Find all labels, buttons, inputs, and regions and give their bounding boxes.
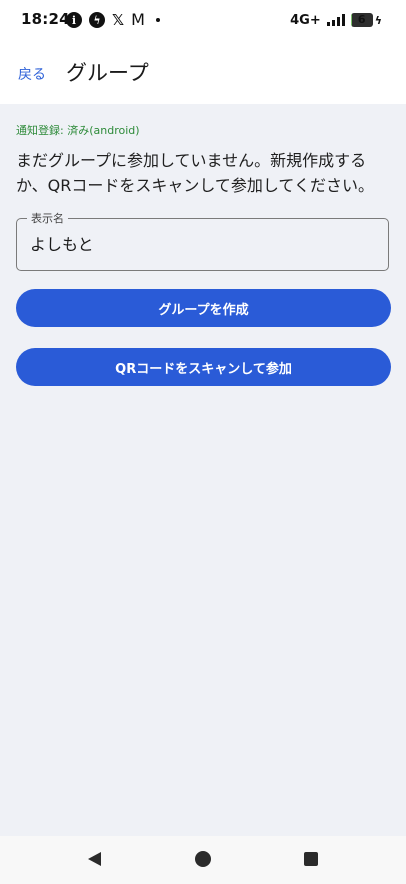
dot-icon — [155, 18, 160, 22]
gmail-icon: M — [131, 10, 145, 29]
display-name-label: 表示名 — [27, 210, 68, 226]
back-button[interactable]: 戻る — [18, 64, 46, 84]
notification-status: 通知登録: 済み(android) — [16, 124, 140, 137]
charging-icon: ϟ — [374, 13, 382, 27]
x-icon: 𝕏 — [112, 11, 125, 29]
battery-body: 6 — [350, 13, 373, 27]
network-type: 4G+ — [290, 12, 321, 28]
create-group-button[interactable]: グループを作成 — [16, 289, 391, 327]
battery-level: 6 — [357, 13, 366, 26]
status-time: 18:24 — [21, 10, 70, 28]
info-icon: i — [66, 12, 82, 28]
system-nav-bar — [0, 836, 406, 884]
home-circle-icon[interactable] — [195, 851, 211, 867]
app-screen: 18:24 i ϟ 𝕏 M 4G+ 6 ϟ 戻る グループ 通知登録: 済み(a… — [0, 0, 406, 884]
display-name-input[interactable] — [30, 233, 370, 252]
battery-icon: 6 ϟ — [350, 13, 382, 27]
page-title: グループ — [66, 61, 149, 85]
recents-square-icon[interactable] — [304, 852, 318, 866]
signal-icon — [326, 14, 345, 26]
display-name-field[interactable]: 表示名 — [16, 210, 389, 271]
app-bar: 戻る グループ — [0, 40, 406, 104]
notification-icons: i ϟ 𝕏 M — [66, 11, 160, 29]
messenger-icon: ϟ — [89, 12, 105, 28]
system-indicators: 4G+ 6 ϟ — [290, 11, 382, 29]
scan-qr-button[interactable]: QRコードをスキャンして参加 — [16, 348, 391, 386]
status-bar: 18:24 i ϟ 𝕏 M 4G+ 6 ϟ — [0, 0, 406, 40]
empty-group-message: まだグループに参加していません。新規作成するか、QRコードをスキャンして参加して… — [16, 151, 374, 195]
back-triangle-icon[interactable] — [88, 852, 101, 866]
